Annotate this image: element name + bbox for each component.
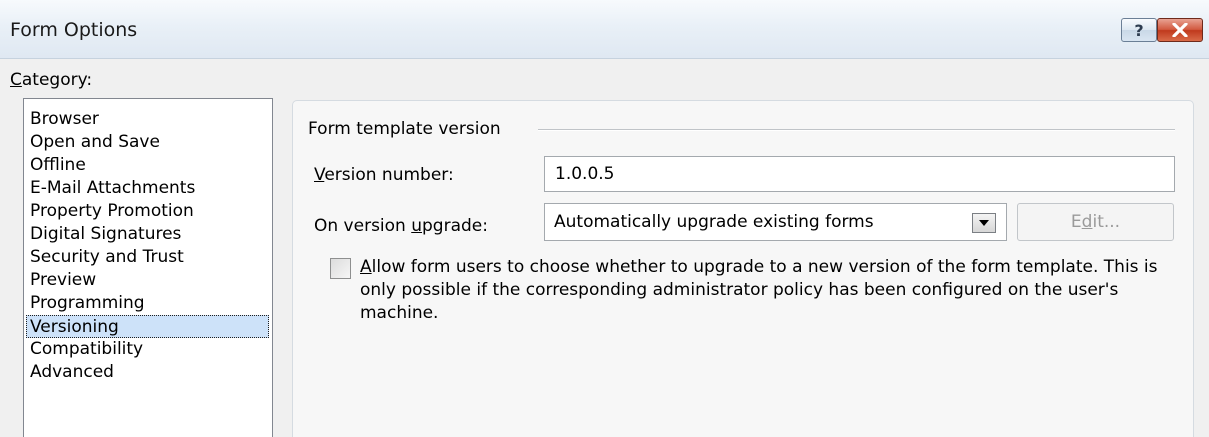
category-item-property-promotion[interactable]: Property Promotion	[24, 200, 272, 223]
group-title: Form template version	[308, 119, 501, 139]
help-button[interactable]: ?	[1121, 18, 1157, 42]
version-number-input[interactable]: 1.0.0.5	[544, 156, 1175, 192]
version-upgrade-value: Automatically upgrade existing forms	[554, 212, 874, 232]
version-upgrade-select[interactable]: Automatically upgrade existing forms	[544, 203, 1007, 241]
category-item-versioning[interactable]: Versioning	[26, 315, 269, 338]
category-list[interactable]: Browser Open and Save Offline E-Mail Att…	[23, 98, 273, 437]
close-button[interactable]	[1157, 18, 1203, 42]
version-number-label: Version number:	[314, 165, 454, 185]
dialog-title: Form Options	[10, 19, 138, 41]
category-item-programming[interactable]: Programming	[24, 292, 272, 315]
dropdown-arrow-button[interactable]	[972, 213, 996, 233]
chevron-down-icon	[979, 220, 989, 226]
category-label: Category:	[10, 70, 93, 90]
category-item-preview[interactable]: Preview	[24, 269, 272, 292]
version-upgrade-label: On version upgrade:	[314, 216, 488, 236]
category-item-security-and-trust[interactable]: Security and Trust	[24, 246, 272, 269]
category-item-browser[interactable]: Browser	[24, 108, 272, 131]
category-item-advanced[interactable]: Advanced	[24, 361, 272, 384]
group-divider	[538, 129, 1175, 131]
category-item-email-attachments[interactable]: E-Mail Attachments	[24, 177, 272, 200]
allow-upgrade-choice-label: Allow form users to choose whether to up…	[360, 257, 1158, 323]
help-icon: ?	[1134, 20, 1144, 40]
category-item-compatibility[interactable]: Compatibility	[24, 338, 272, 361]
category-item-open-and-save[interactable]: Open and Save	[24, 131, 272, 154]
form-options-dialog: Form Options ? Category: Browser Open an…	[0, 0, 1209, 437]
edit-button[interactable]: Edit...	[1017, 203, 1174, 241]
allow-upgrade-choice-checkbox[interactable]	[330, 258, 351, 279]
close-icon	[1172, 23, 1188, 37]
title-bar: Form Options ?	[0, 0, 1209, 59]
category-item-offline[interactable]: Offline	[24, 154, 272, 177]
category-item-digital-signatures[interactable]: Digital Signatures	[24, 223, 272, 246]
